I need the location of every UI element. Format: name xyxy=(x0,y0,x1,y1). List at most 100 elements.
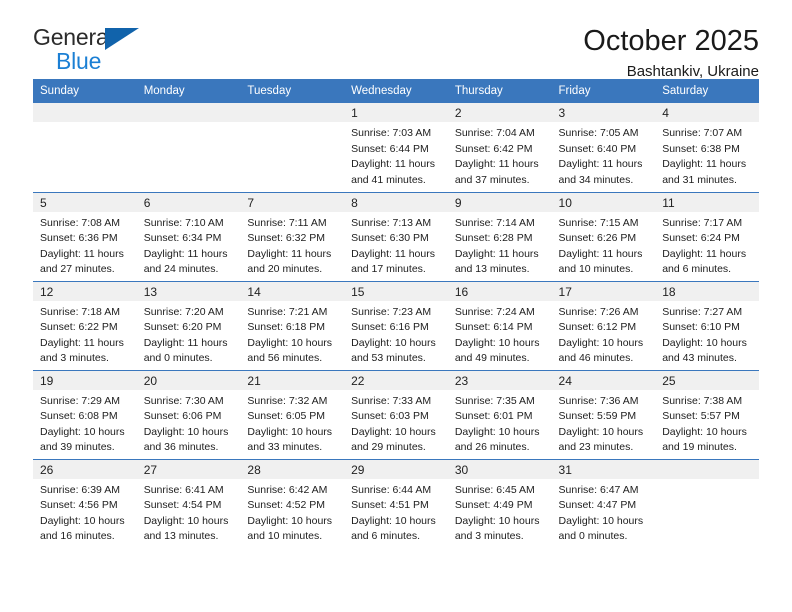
calendar-day-cell[interactable]: 20 Sunrise: 7:30 AM Sunset: 6:06 PM Dayligh… xyxy=(136,369,241,459)
calendar-day-cell[interactable]: 1 Sunrise: 7:03 AM Sunset: 6:44 PM Daylight… xyxy=(344,103,448,192)
day-sun-info: Sunrise: 7:30 AM Sunset: 6:06 PM Daylight:… xyxy=(137,390,241,456)
daylight-text-line2: and 43 minutes. xyxy=(662,352,737,365)
daylight-text-line2: and 16 minutes. xyxy=(40,530,115,543)
day-number: 28 xyxy=(240,459,345,479)
sunset-text: Sunset: 4:51 PM xyxy=(351,499,429,512)
calendar-day-cell[interactable]: 22 Sunrise: 7:33 AM Sunset: 6:03 PM Dayligh… xyxy=(344,369,448,459)
calendar-day-cell[interactable]: 19 Sunrise: 7:29 AM Sunset: 6:08 PM Dayligh… xyxy=(33,369,137,459)
sunrise-text: Sunrise: 7:30 AM xyxy=(143,394,224,407)
calendar-day-cell[interactable]: 5 Sunrise: 7:08 AM Sunset: 6:36 PM Daylight… xyxy=(33,191,137,281)
sunset-text: Sunset: 6:38 PM xyxy=(662,142,740,155)
sunrise-text: Sunrise: 7:05 AM xyxy=(558,127,639,139)
daylight-text-line2: and 13 minutes. xyxy=(454,263,530,276)
sunset-text: Sunset: 6:24 PM xyxy=(662,232,740,245)
sunrise-text: Sunrise: 7:11 AM xyxy=(247,216,327,229)
sunset-text: Sunset: 6:28 PM xyxy=(454,232,533,245)
daylight-text-line2: and 3 minutes. xyxy=(454,530,524,543)
sunrise-text: Sunrise: 7:08 AM xyxy=(40,216,120,229)
daylight-text-line1: Daylight: 11 hours xyxy=(662,158,747,171)
calendar-day-cell[interactable]: 7 Sunrise: 7:11 AM Sunset: 6:32 PM Daylight… xyxy=(240,191,345,281)
calendar-day-cell[interactable]: 23 Sunrise: 7:35 AM Sunset: 6:01 PM Dayligh… xyxy=(447,369,552,459)
day-sun-info: Sunrise: 7:13 AM Sunset: 6:30 PM Daylight:… xyxy=(344,212,448,278)
sunset-text: Sunset: 6:32 PM xyxy=(247,232,326,245)
day-number: 9 xyxy=(447,192,552,212)
sunrise-text: Sunrise: 7:04 AM xyxy=(454,127,535,139)
calendar-day-cell[interactable]: 28 Sunrise: 6:42 AM Sunset: 4:52 PM Dayligh… xyxy=(240,458,345,548)
calendar-day-cell[interactable]: 29 Sunrise: 6:44 AM Sunset: 4:51 PM Dayligh… xyxy=(344,458,448,548)
calendar-day-cell[interactable]: 12 Sunrise: 7:18 AM Sunset: 6:22 PM Dayligh… xyxy=(33,280,137,370)
calendar-day-cell[interactable]: 24 Sunrise: 7:36 AM Sunset: 5:59 PM Dayligh… xyxy=(551,369,656,459)
sunset-text: Sunset: 6:08 PM xyxy=(40,410,118,423)
daylight-text-line2: and 34 minutes. xyxy=(558,173,634,186)
calendar-day-cell[interactable]: 25 Sunrise: 7:38 AM Sunset: 5:57 PM Dayligh… xyxy=(655,369,759,459)
calendar-day-cell[interactable] xyxy=(136,103,241,192)
calendar-day-cell[interactable]: 8 Sunrise: 7:13 AM Sunset: 6:30 PM Daylight… xyxy=(344,191,448,281)
daylight-text-line1: Daylight: 10 hours xyxy=(351,514,436,527)
daylight-text-line2: and 20 minutes. xyxy=(247,263,323,276)
daylight-text-line1: Daylight: 10 hours xyxy=(558,514,644,527)
day-number: 30 xyxy=(447,459,552,479)
general-blue-logo[interactable]: General Blue xyxy=(33,26,153,78)
sunrise-text: Sunrise: 7:17 AM xyxy=(662,216,743,229)
day-number: 24 xyxy=(551,370,656,390)
weekday-header-wednesday: Wednesday xyxy=(344,79,448,103)
daylight-text-line2: and 29 minutes. xyxy=(351,441,426,454)
day-number xyxy=(33,103,137,122)
calendar-day-cell[interactable]: 17 Sunrise: 7:26 AM Sunset: 6:12 PM Dayligh… xyxy=(551,280,656,370)
calendar-day-cell[interactable] xyxy=(655,458,759,548)
day-sun-info: Sunrise: 7:21 AM Sunset: 6:18 PM Daylight:… xyxy=(240,301,344,367)
day-sun-info: Sunrise: 7:10 AM Sunset: 6:34 PM Daylight:… xyxy=(137,212,241,278)
calendar-day-cell[interactable]: 13 Sunrise: 7:20 AM Sunset: 6:20 PM Dayligh… xyxy=(136,280,241,370)
daylight-text-line1: Daylight: 10 hours xyxy=(662,336,747,349)
calendar-day-cell[interactable]: 10 Sunrise: 7:15 AM Sunset: 6:26 PM Dayligh… xyxy=(551,191,656,281)
day-sun-info: Sunrise: 7:24 AM Sunset: 6:14 PM Daylight:… xyxy=(448,301,552,367)
calendar-day-cell[interactable]: 2 Sunrise: 7:04 AM Sunset: 6:42 PM Daylight… xyxy=(447,103,552,192)
day-number: 7 xyxy=(240,192,345,212)
day-number: 2 xyxy=(447,103,552,122)
sunset-text: Sunset: 6:10 PM xyxy=(662,321,740,334)
day-sun-info: Sunrise: 6:39 AM Sunset: 4:56 PM Daylight:… xyxy=(33,479,137,545)
daylight-text-line2: and 56 minutes. xyxy=(247,352,323,365)
calendar-day-cell[interactable]: 11 Sunrise: 7:17 AM Sunset: 6:24 PM Dayligh… xyxy=(655,191,759,281)
daylight-text-line1: Daylight: 10 hours xyxy=(247,425,333,438)
weekday-header-tuesday: Tuesday xyxy=(240,79,345,103)
sunset-text: Sunset: 6:42 PM xyxy=(454,142,533,155)
day-sun-info: Sunrise: 6:45 AM Sunset: 4:49 PM Daylight:… xyxy=(448,479,552,545)
sunset-text: Sunset: 6:05 PM xyxy=(247,410,326,423)
daylight-text-line1: Daylight: 11 hours xyxy=(351,247,435,260)
day-sun-info: Sunrise: 7:26 AM Sunset: 6:12 PM Daylight:… xyxy=(552,301,656,367)
sunset-text: Sunset: 6:18 PM xyxy=(247,321,326,334)
calendar-day-cell[interactable]: 15 Sunrise: 7:23 AM Sunset: 6:16 PM Dayligh… xyxy=(344,280,448,370)
calendar-day-cell[interactable]: 3 Sunrise: 7:05 AM Sunset: 6:40 PM Daylight… xyxy=(551,103,656,192)
calendar-day-cell[interactable] xyxy=(33,103,137,192)
day-number: 22 xyxy=(344,370,448,390)
calendar-day-cell[interactable]: 4 Sunrise: 7:07 AM Sunset: 6:38 PM Daylight… xyxy=(655,103,759,192)
sunset-text: Sunset: 6:34 PM xyxy=(143,232,222,245)
daylight-text-line2: and 10 minutes. xyxy=(558,263,634,276)
calendar-day-cell[interactable] xyxy=(240,103,345,192)
calendar-day-cell[interactable]: 9 Sunrise: 7:14 AM Sunset: 6:28 PM Daylight… xyxy=(447,191,552,281)
calendar-week-row: 26 Sunrise: 6:39 AM Sunset: 4:56 PM Dayligh… xyxy=(33,458,759,548)
day-sun-info: Sunrise: 7:17 AM Sunset: 6:24 PM Daylight:… xyxy=(655,212,759,278)
sunset-text: Sunset: 6:30 PM xyxy=(351,232,429,245)
daylight-text-line2: and 13 minutes. xyxy=(143,530,219,543)
sunrise-text: Sunrise: 7:07 AM xyxy=(662,127,743,139)
calendar-day-cell[interactable]: 31 Sunrise: 6:47 AM Sunset: 4:47 PM Dayligh… xyxy=(551,458,656,548)
calendar-day-cell[interactable]: 18 Sunrise: 7:27 AM Sunset: 6:10 PM Dayligh… xyxy=(655,280,759,370)
day-number: 19 xyxy=(33,370,137,390)
daylight-text-line1: Daylight: 11 hours xyxy=(247,247,332,260)
calendar-day-cell[interactable]: 14 Sunrise: 7:21 AM Sunset: 6:18 PM Dayligh… xyxy=(240,280,345,370)
daylight-text-line2: and 33 minutes. xyxy=(247,441,323,454)
sunrise-text: Sunrise: 7:15 AM xyxy=(558,216,639,229)
calendar-day-cell[interactable]: 26 Sunrise: 6:39 AM Sunset: 4:56 PM Dayligh… xyxy=(33,458,137,548)
calendar-day-cell[interactable]: 30 Sunrise: 6:45 AM Sunset: 4:49 PM Dayligh… xyxy=(447,458,552,548)
calendar-day-cell[interactable]: 27 Sunrise: 6:41 AM Sunset: 4:54 PM Dayligh… xyxy=(136,458,241,548)
calendar-day-cell[interactable]: 16 Sunrise: 7:24 AM Sunset: 6:14 PM Dayligh… xyxy=(447,280,552,370)
calendar-day-cell[interactable]: 21 Sunrise: 7:32 AM Sunset: 6:05 PM Dayligh… xyxy=(240,369,345,459)
sunset-text: Sunset: 6:03 PM xyxy=(351,410,429,423)
daylight-text-line1: Daylight: 11 hours xyxy=(558,158,643,171)
daylight-text-line2: and 0 minutes. xyxy=(558,530,628,543)
calendar-day-cell[interactable]: 6 Sunrise: 7:10 AM Sunset: 6:34 PM Daylight… xyxy=(136,191,241,281)
sunrise-text: Sunrise: 6:47 AM xyxy=(558,483,639,496)
day-number: 5 xyxy=(33,192,137,212)
